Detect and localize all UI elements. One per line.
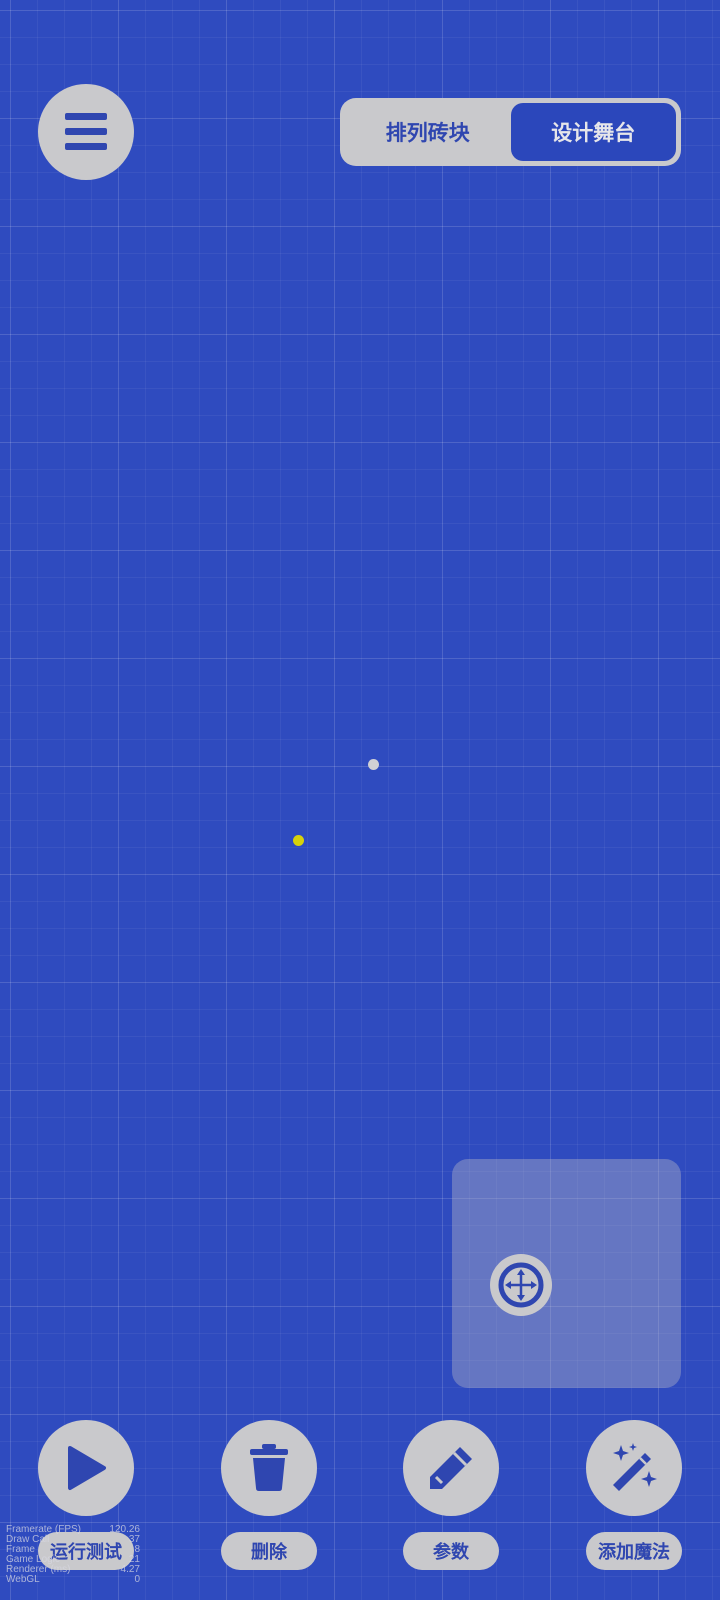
play-icon [68,1446,106,1490]
tab-design-stage[interactable]: 设计舞台 [510,103,676,161]
mode-toggle: 排列砖块 设计舞台 [340,98,681,166]
move-arrows-icon [498,1262,544,1308]
magic-tool: 添加魔法 [586,1420,682,1570]
debug-row: WebGL 0 [6,1575,140,1585]
debug-stats: Framerate (FPS) 120.26 Draw Call 37 Frame 8… [6,1525,140,1585]
debug-label: WebGL [6,1574,40,1585]
debug-value: 0 [134,1574,140,1585]
run-test-button[interactable] [38,1420,134,1516]
tab-arrange-bricks[interactable]: 排列砖块 [345,103,511,161]
delete-tool: 删除 [221,1420,317,1570]
magic-wand-icon [613,1443,657,1491]
white-dot[interactable] [368,759,379,770]
params-button[interactable] [403,1420,499,1516]
delete-button[interactable] [221,1420,317,1516]
trash-icon [250,1444,288,1491]
yellow-dot[interactable] [293,835,304,846]
params-tool: 参数 [403,1420,499,1570]
pencil-icon [430,1447,472,1489]
joystick-panel[interactable] [452,1159,681,1388]
joystick-knob[interactable] [490,1254,552,1316]
menu-button[interactable] [38,84,134,180]
hamburger-menu-icon [65,113,107,150]
params-label[interactable]: 参数 [403,1532,499,1570]
add-magic-label[interactable]: 添加魔法 [586,1532,682,1570]
add-magic-button[interactable] [586,1420,682,1516]
delete-label[interactable]: 删除 [221,1532,317,1570]
